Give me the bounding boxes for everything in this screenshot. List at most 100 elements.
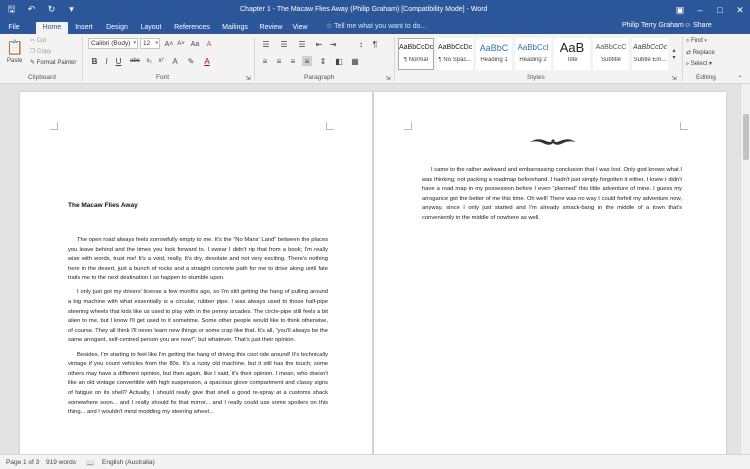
align-center-icon[interactable]: ≡ [274, 56, 284, 66]
tab-references[interactable]: References [172, 22, 212, 34]
cut-label: Cut [36, 38, 47, 44]
style-subtitle[interactable]: AaBbCcC Subtitle [593, 38, 629, 70]
page-2[interactable]: I came to the rather awkward and embarra… [374, 92, 726, 454]
font-size-combo[interactable]: 12 ▾ [140, 38, 160, 49]
chevron-down-icon: ▾ [709, 61, 713, 67]
page-count[interactable]: Page 1 of 3 [6, 459, 39, 466]
share-button[interactable]: ☺ Share [684, 22, 712, 29]
decrease-indent-icon[interactable]: ⇤ [314, 39, 324, 49]
subscript-icon[interactable]: x₂ [144, 56, 154, 66]
tab-home[interactable]: Home [36, 22, 68, 34]
tab-mailings[interactable]: Mailings [220, 22, 250, 34]
scrollbar-thumb[interactable] [743, 114, 749, 160]
tab-file[interactable]: File [4, 22, 24, 34]
align-left-icon[interactable]: ≡ [260, 56, 270, 66]
scissors-icon: ✂ [30, 38, 36, 44]
font-name-combo[interactable]: Calibri (Body) ▾ [88, 38, 138, 49]
ribbon-display-icon[interactable]: ▣ [670, 0, 690, 20]
bold-icon[interactable]: B [90, 56, 99, 66]
font-dialog-launcher-icon[interactable]: ⇲ [244, 74, 252, 82]
highlight-icon[interactable]: ✎ [186, 56, 196, 66]
tab-review[interactable]: Review [258, 22, 284, 34]
tab-layout[interactable]: Layout [138, 22, 164, 34]
window-controls: ▣ – □ ✕ [670, 0, 750, 20]
grow-font-icon[interactable]: A˄ [164, 39, 174, 49]
chevron-down-icon: ▾ [704, 38, 707, 44]
page-1[interactable]: The Macaw Flies Away The open road alway… [20, 92, 372, 454]
paste-button[interactable]: Paste [7, 58, 22, 64]
close-icon[interactable]: ✕ [730, 0, 750, 20]
select-label: Select [690, 61, 708, 67]
style-no-spacing[interactable]: AaBbCcDc ¶ No Spac... [437, 38, 473, 70]
chapter-heading: The Macaw Flies Away [68, 202, 138, 209]
user-name[interactable]: Philip Terry Graham [622, 22, 684, 29]
borders-icon[interactable]: ▦ [350, 56, 360, 66]
style-heading-1[interactable]: AaBbC Heading 1 [476, 38, 512, 70]
tab-view[interactable]: View [290, 22, 310, 34]
change-case-icon[interactable]: Aa [190, 39, 200, 49]
copy-button[interactable]: ❐ Copy [30, 48, 51, 55]
align-right-icon[interactable]: ≡ [288, 56, 298, 66]
styles-scroll-icon[interactable]: ▴ ▾ [670, 38, 678, 70]
language-indicator[interactable]: English (Australia) [102, 459, 155, 466]
line-spacing-icon[interactable]: ⇕ [318, 56, 328, 66]
shrink-font-icon[interactable]: A˅ [176, 39, 186, 49]
paste-icon[interactable]: 📋 [6, 37, 24, 57]
word-count[interactable]: 919 words [46, 459, 76, 466]
style-subtle-emphasis[interactable]: AaBbCcDc Subtle Em... [632, 38, 668, 70]
style-heading-2[interactable]: AaBbCcl Heading 2 [515, 38, 551, 70]
save-icon[interactable]: 🖫 [6, 4, 17, 15]
italic-icon[interactable]: I [102, 56, 111, 66]
redo-icon[interactable]: ↻ [46, 4, 57, 15]
style-preview: AaBbCcl [517, 43, 549, 52]
text-effects-icon[interactable]: A [170, 56, 180, 66]
select-icon: ▹ [686, 61, 690, 67]
maximize-icon[interactable]: □ [710, 0, 730, 20]
title-bar: 🖫 ↶ ↻ ▾ Chapter 1 - The Macaw Flies Away… [0, 0, 750, 20]
paragraph-dialog-launcher-icon[interactable]: ⇲ [384, 74, 392, 82]
underline-icon[interactable]: U [114, 56, 123, 66]
bullets-icon[interactable]: ☰ [260, 39, 272, 49]
crop-mark [680, 122, 688, 130]
select-button[interactable]: ▹ Select ▾ [686, 60, 712, 67]
increase-indent-icon[interactable]: ⇥ [328, 39, 338, 49]
document-area: The Macaw Flies Away The open road alway… [0, 84, 750, 454]
undo-icon[interactable]: ↶ [26, 4, 37, 15]
sort-icon[interactable]: ↕ [356, 39, 366, 49]
tab-insert[interactable]: Insert [72, 22, 96, 34]
replace-icon: ⇄ [686, 50, 692, 56]
collapse-ribbon-icon[interactable]: ⌃ [736, 74, 744, 82]
vertical-scrollbar[interactable] [740, 84, 750, 454]
customize-icon[interactable]: ▾ [66, 4, 77, 15]
font-name-value: Calibri (Body) [91, 40, 131, 47]
multilevel-list-icon[interactable]: ☰ [296, 39, 308, 49]
justify-icon[interactable]: ≡ [302, 56, 312, 66]
minimize-icon[interactable]: – [690, 0, 710, 20]
editing-group-label: Editing [696, 74, 716, 81]
ribbon-tabs: File Home Insert Design Layout Reference… [0, 20, 750, 34]
proofing-icon[interactable]: 📖 [86, 459, 94, 467]
search-icon: ⌕ [686, 38, 690, 44]
format-painter-button[interactable]: ✎ Format Painter [30, 59, 76, 66]
superscript-icon[interactable]: x² [156, 56, 166, 66]
find-button[interactable]: ⌕ Find ▾ [686, 38, 707, 45]
paragraph: The open road always feels sorrowfully e… [68, 237, 328, 282]
styles-dialog-launcher-icon[interactable]: ⇲ [670, 74, 678, 82]
tell-me-box[interactable]: ☆ Tell me what you want to do... [326, 22, 426, 30]
shading-icon[interactable]: ◧ [334, 56, 344, 66]
font-color-icon[interactable]: A [202, 56, 212, 66]
replace-button[interactable]: ⇄ Replace [686, 49, 715, 56]
cut-button[interactable]: ✂ Cut [30, 37, 46, 44]
style-title[interactable]: AaB Title [554, 38, 590, 70]
clear-formatting-icon[interactable]: A [204, 39, 214, 49]
font-group-label: Font [156, 74, 170, 81]
share-label: Share [693, 22, 712, 29]
style-normal[interactable]: AaBbCcDc ¶ Normal [398, 38, 434, 70]
style-preview: AaBbCcC [595, 44, 627, 51]
pilcrow-icon[interactable]: ¶ [370, 39, 380, 49]
separator [394, 37, 395, 81]
tab-design[interactable]: Design [104, 22, 130, 34]
style-name: Title [566, 57, 578, 63]
strikethrough-icon[interactable]: abc [130, 56, 140, 66]
numbering-icon[interactable]: ☰ [278, 39, 290, 49]
